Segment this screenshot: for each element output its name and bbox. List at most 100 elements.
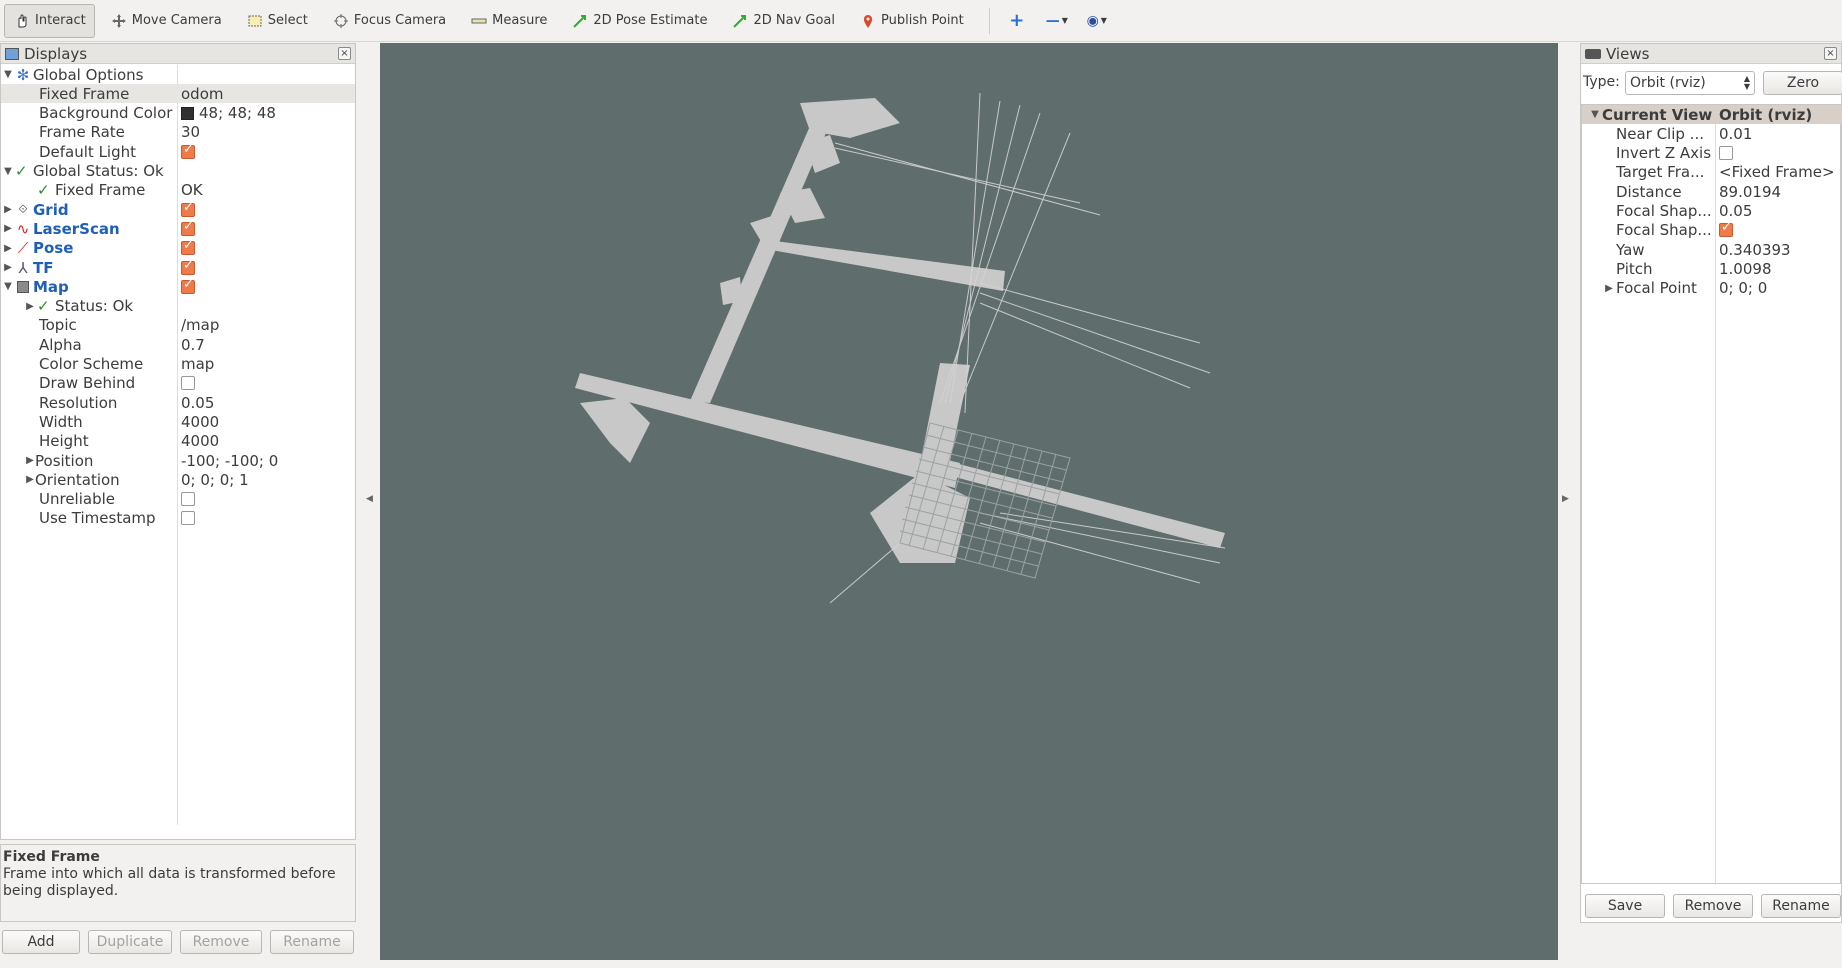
enabled-checkbox[interactable] [181, 219, 195, 236]
view-property-value[interactable]: <Fixed Frame> [1719, 163, 1835, 181]
chevron-right-icon[interactable]: ▶ [3, 243, 13, 254]
display-row[interactable]: ▶ ⅄ TF [1, 258, 355, 277]
display-row[interactable]: Height 4000 [1, 432, 355, 451]
publish-point-tool-button[interactable]: Publish Point [850, 4, 973, 38]
close-icon[interactable]: × [1824, 47, 1837, 60]
view-property-row[interactable]: Near Clip ... 0.01 [1582, 124, 1842, 143]
enabled-checkbox[interactable] [181, 492, 195, 507]
view-property-value[interactable]: 89.0194 [1719, 183, 1781, 201]
measure-tool-button[interactable]: Measure [461, 4, 556, 38]
remove-view-button[interactable]: Remove [1673, 894, 1753, 918]
remove-display-button[interactable]: Remove [180, 930, 262, 954]
rename-view-button[interactable]: Rename [1761, 894, 1841, 918]
display-row[interactable]: ▼ Map [1, 277, 355, 296]
view-property-row[interactable]: ▼ Current View Orbit (rviz) [1582, 105, 1842, 124]
display-row[interactable]: Frame Rate 30 [1, 123, 355, 142]
display-row[interactable]: Background Color 48; 48; 48 [1, 104, 355, 123]
display-row[interactable]: Default Light [1, 142, 355, 161]
display-row-value[interactable]: 0.05 [181, 394, 214, 412]
color-swatch[interactable] [181, 106, 194, 120]
tool-properties-button[interactable]: ◉ ▼ [1080, 4, 1114, 38]
view-property-value[interactable]: 0.340393 [1719, 241, 1791, 259]
display-row-value[interactable]: -100; -100; 0 [181, 452, 278, 470]
display-row[interactable]: Unreliable [1, 490, 355, 509]
nav-goal-tool-button[interactable]: 2D Nav Goal [722, 4, 844, 38]
add-tool-button[interactable]: + [1000, 4, 1034, 38]
chevron-right-icon[interactable]: ▶ [25, 455, 35, 466]
chevron-right-icon[interactable]: ▶ [3, 223, 13, 234]
collapse-right-icon[interactable]: ▶ [1562, 494, 1569, 504]
display-row[interactable]: ▼ ✻ Global Options [1, 65, 355, 84]
view-type-select[interactable]: Orbit (rviz) ▲ ▼ [1625, 71, 1755, 95]
display-row[interactable]: ▶ Orientation 0; 0; 0; 1 [1, 470, 355, 489]
display-row-value[interactable]: /map [181, 316, 219, 334]
view-property-value[interactable]: 1.0098 [1719, 260, 1772, 278]
display-row[interactable]: Draw Behind [1, 374, 355, 393]
display-row[interactable]: ▶ ✓ Status: Ok [1, 297, 355, 316]
select-tool-button[interactable]: Select [237, 4, 317, 38]
view-property-value[interactable]: Orbit (rviz) [1719, 106, 1812, 124]
display-row-value[interactable]: 4000 [181, 432, 219, 450]
enabled-checkbox[interactable] [181, 142, 195, 159]
close-icon[interactable]: × [338, 47, 351, 60]
view-property-row[interactable]: Pitch 1.0098 [1582, 259, 1842, 278]
enabled-checkbox[interactable] [181, 376, 195, 391]
display-row[interactable]: Resolution 0.05 [1, 393, 355, 412]
view-property-row[interactable]: Focal Shap... 0.05 [1582, 202, 1842, 221]
view-property-row[interactable]: Yaw 0.340393 [1582, 240, 1842, 259]
view-checkbox[interactable] [1719, 146, 1733, 161]
chevron-down-icon[interactable]: ▼ [3, 281, 13, 292]
zero-button[interactable]: Zero [1763, 71, 1842, 95]
chevron-right-icon[interactable]: ▶ [1604, 283, 1614, 294]
display-row-value[interactable]: 30 [181, 123, 200, 141]
chevron-down-icon[interactable]: ▼ [3, 166, 13, 177]
interact-tool-button[interactable]: Interact [4, 3, 95, 38]
display-row-value[interactable]: odom [181, 85, 224, 103]
view-property-row[interactable]: Target Fra... <Fixed Frame> [1582, 163, 1842, 182]
chevron-right-icon[interactable]: ▶ [25, 301, 35, 312]
view-checkbox[interactable] [1719, 220, 1733, 238]
display-row[interactable]: ▼ ✓ Global Status: Ok [1, 162, 355, 181]
enabled-checkbox[interactable] [181, 511, 195, 526]
chevron-right-icon[interactable]: ▶ [25, 474, 35, 485]
chevron-down-icon[interactable]: ▼ [1590, 109, 1600, 120]
rename-display-button[interactable]: Rename [270, 930, 354, 954]
display-row[interactable]: Topic/map [1, 316, 355, 335]
display-row[interactable]: ▶ ⟋ Pose [1, 238, 355, 258]
view-property-row[interactable]: Invert Z Axis [1582, 144, 1842, 163]
display-row-value[interactable]: 48; 48; 48 [199, 104, 276, 122]
enabled-checkbox[interactable] [181, 238, 195, 256]
render-viewport[interactable] [380, 43, 1558, 960]
chevron-down-icon[interactable]: ▼ [3, 69, 13, 80]
view-property-value[interactable]: 0; 0; 0 [1719, 279, 1767, 297]
display-row-value[interactable]: OK [181, 181, 203, 199]
focus-camera-tool-button[interactable]: Focus Camera [323, 4, 455, 38]
display-row-value[interactable]: 4000 [181, 413, 219, 431]
view-property-row[interactable]: Focal Shap... [1582, 220, 1842, 240]
enabled-checkbox[interactable] [181, 200, 195, 217]
chevron-right-icon[interactable]: ▶ [3, 204, 13, 215]
chevron-right-icon[interactable]: ▶ [3, 262, 13, 273]
remove-tool-button[interactable]: — ▼ [1040, 4, 1074, 38]
display-row[interactable]: Alpha 0.7 [1, 335, 355, 354]
view-property-row[interactable]: Distance 89.0194 [1582, 182, 1842, 201]
save-view-button[interactable]: Save [1585, 894, 1665, 918]
duplicate-button[interactable]: Duplicate [88, 930, 172, 954]
display-row[interactable]: ▶ ∿ LaserScan [1, 219, 355, 238]
enabled-checkbox[interactable] [181, 277, 195, 294]
display-row-value[interactable]: 0.7 [181, 336, 205, 354]
display-row[interactable]: Use Timestamp [1, 509, 355, 528]
display-row[interactable]: Color Scheme map [1, 355, 355, 374]
display-row[interactable]: Fixed Frame odom [1, 84, 355, 104]
display-row[interactable]: Width 4000 [1, 412, 355, 431]
display-row[interactable]: ▶ Position -100; -100; 0 [1, 451, 355, 470]
view-property-value[interactable]: 0.05 [1719, 202, 1752, 220]
add-button[interactable]: Add [2, 930, 80, 954]
display-row[interactable]: ▶ ⟐ Grid [1, 200, 355, 219]
display-row[interactable]: ✓ Fixed Frame OK [1, 181, 355, 200]
enabled-checkbox[interactable] [181, 258, 195, 275]
pose-estimate-tool-button[interactable]: 2D Pose Estimate [562, 4, 716, 38]
display-row-value[interactable]: map [181, 355, 214, 373]
view-property-value[interactable]: 0.01 [1719, 125, 1752, 143]
view-property-row[interactable]: ▶ Focal Point 0; 0; 0 [1582, 279, 1842, 298]
